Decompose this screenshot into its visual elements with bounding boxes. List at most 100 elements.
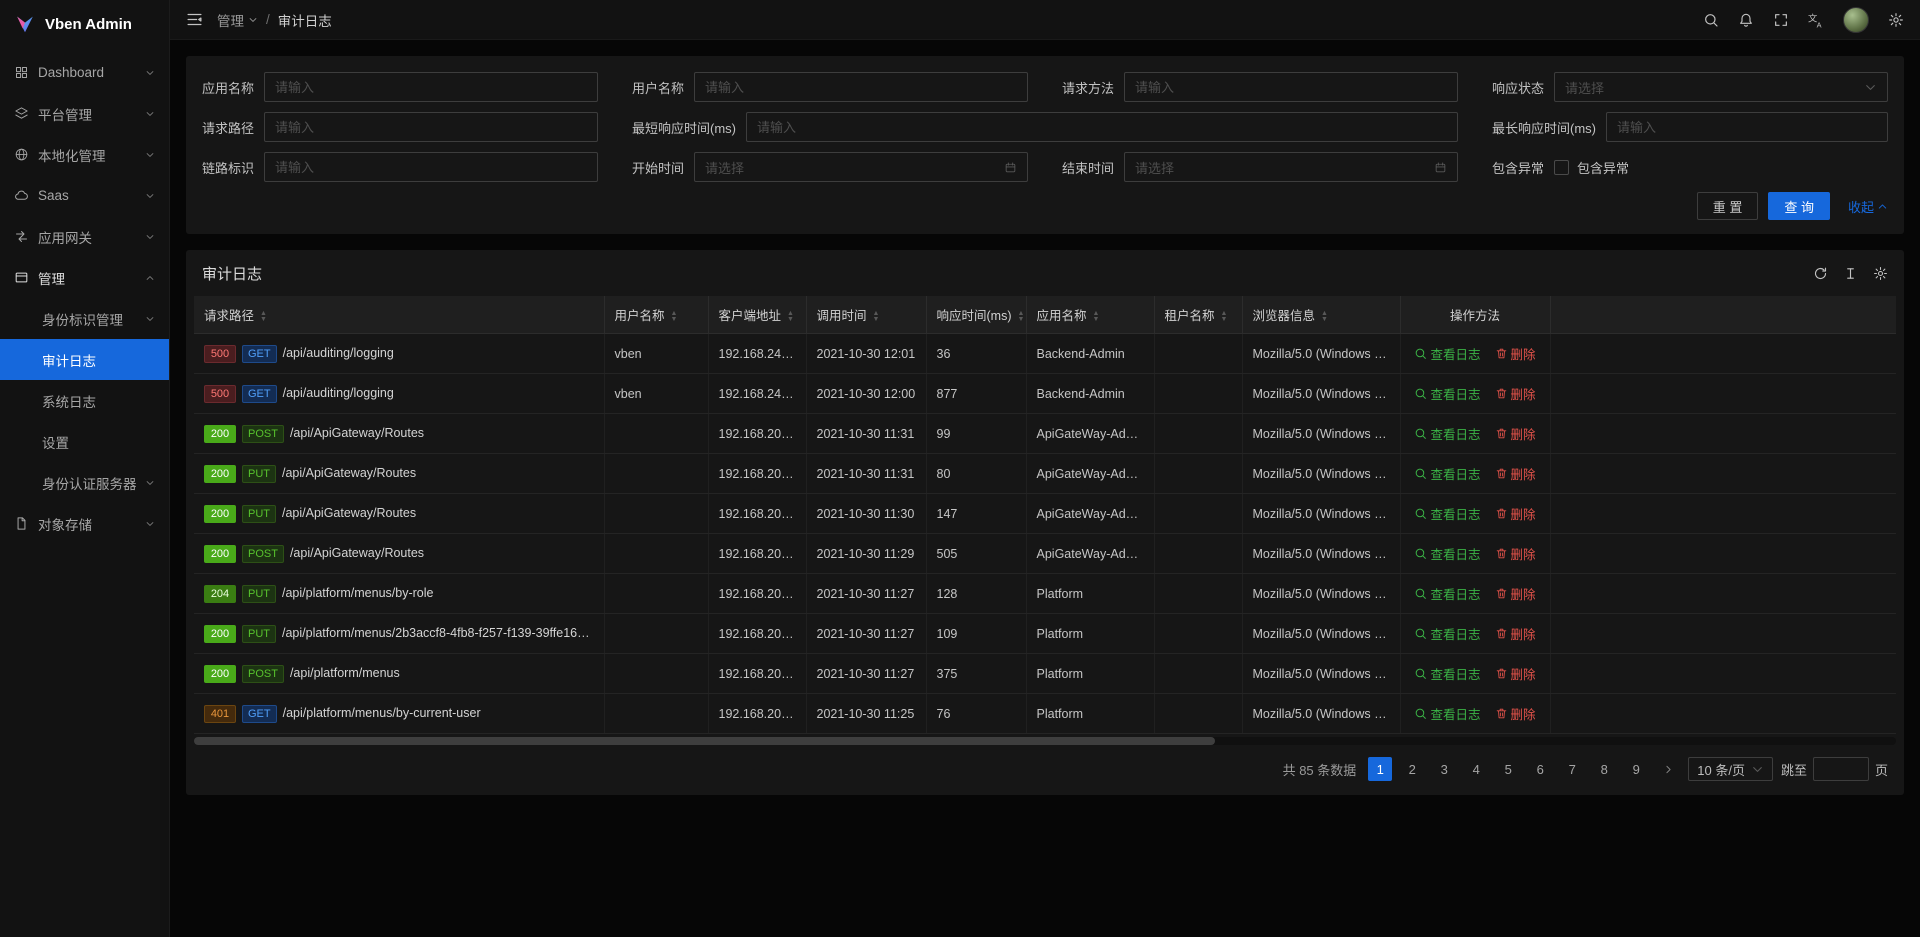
- page-size-select[interactable]: 10 条/页: [1688, 757, 1773, 781]
- column-header-duration[interactable]: 响应时间(ms)▲▼: [926, 296, 1026, 334]
- sidebar-item-management[interactable]: 管理: [0, 257, 169, 298]
- call-time-cell: 2021-10-30 11:29: [806, 534, 926, 574]
- delete-button[interactable]: 删除: [1495, 424, 1536, 443]
- app-name-input[interactable]: [264, 72, 598, 102]
- request-path: /api/auditing/logging: [283, 386, 394, 400]
- next-page-button[interactable]: [1656, 757, 1680, 781]
- sidebar-item-system-log[interactable]: 系统日志: [0, 380, 169, 421]
- page-button-3[interactable]: 3: [1432, 757, 1456, 781]
- sidebar-item-localization[interactable]: 本地化管理: [0, 134, 169, 175]
- delete-button[interactable]: 删除: [1495, 384, 1536, 403]
- breadcrumb-item-management[interactable]: 管理: [217, 10, 258, 30]
- pagination: 共 85 条数据 123456789 10 条/页 跳至 页: [186, 745, 1904, 795]
- view-log-button[interactable]: 查看日志: [1414, 704, 1480, 723]
- page-button-1[interactable]: 1: [1368, 757, 1392, 781]
- request-path-input[interactable]: [264, 112, 598, 142]
- column-header-user[interactable]: 用户名称▲▼: [604, 296, 708, 334]
- settings-icon[interactable]: [1888, 12, 1904, 28]
- user-name-input[interactable]: [694, 72, 1028, 102]
- column-height-icon[interactable]: [1843, 266, 1858, 281]
- end-time-date-picker[interactable]: 请选择: [1124, 152, 1458, 182]
- table-head-row: 请求路径▲▼用户名称▲▼客户端地址▲▼调用时间▲▼响应时间(ms)▲▼应用名称▲…: [194, 296, 1896, 334]
- request-method-input[interactable]: [1124, 72, 1458, 102]
- delete-button[interactable]: 删除: [1495, 624, 1536, 643]
- svg-text:A: A: [1817, 20, 1822, 28]
- sidebar-item-identity-auth-server[interactable]: 身份认证服务器: [0, 462, 169, 503]
- page-button-9[interactable]: 9: [1624, 757, 1648, 781]
- view-log-button[interactable]: 查看日志: [1414, 544, 1480, 563]
- sidebar-item-audit-log[interactable]: 审计日志: [0, 339, 169, 380]
- view-log-button[interactable]: 查看日志: [1414, 424, 1480, 443]
- sidebar-item-label: 系统日志: [42, 391, 96, 411]
- view-log-button[interactable]: 查看日志: [1414, 384, 1480, 403]
- max-response-time-input[interactable]: [1606, 112, 1888, 142]
- trace-id-input[interactable]: [264, 152, 598, 182]
- delete-button[interactable]: 删除: [1495, 344, 1536, 363]
- column-header-app[interactable]: 应用名称▲▼: [1026, 296, 1154, 334]
- column-header-time[interactable]: 调用时间▲▼: [806, 296, 926, 334]
- page-button-5[interactable]: 5: [1496, 757, 1520, 781]
- delete-button[interactable]: 删除: [1495, 584, 1536, 603]
- management-icon: [14, 270, 29, 285]
- status-badge: 200: [204, 545, 236, 563]
- sidebar-item-platform[interactable]: 平台管理: [0, 93, 169, 134]
- sidebar-item-label: 平台管理: [38, 104, 92, 124]
- sidebar-menu: Dashboard 平台管理本地化管理Saas应用网关管理身份标识管理审计日志系统…: [0, 48, 169, 937]
- min-response-time-input[interactable]: [746, 112, 1458, 142]
- page-button-4[interactable]: 4: [1464, 757, 1488, 781]
- view-log-button[interactable]: 查看日志: [1414, 464, 1480, 483]
- column-header-path[interactable]: 请求路径▲▼: [194, 296, 604, 334]
- page-button-7[interactable]: 7: [1560, 757, 1584, 781]
- page-button-2[interactable]: 2: [1400, 757, 1424, 781]
- column-label: 客户端地址: [719, 309, 782, 323]
- column-header-tenant[interactable]: 租户名称▲▼: [1154, 296, 1242, 334]
- search-button[interactable]: 查 询: [1768, 192, 1830, 220]
- sort-icon: ▲▼: [671, 311, 678, 323]
- scrollbar-thumb[interactable]: [194, 737, 1215, 745]
- delete-button[interactable]: 删除: [1495, 544, 1536, 563]
- view-log-button[interactable]: 查看日志: [1414, 624, 1480, 643]
- collapse-link[interactable]: 收起: [1848, 197, 1888, 216]
- jump-page-input[interactable]: [1813, 757, 1869, 781]
- sidebar-item-settings[interactable]: 设置: [0, 421, 169, 462]
- include-exception-checkbox[interactable]: [1554, 160, 1569, 175]
- view-log-button[interactable]: 查看日志: [1414, 344, 1480, 363]
- settings-icon[interactable]: [1873, 266, 1888, 281]
- sidebar-item-object-storage[interactable]: 对象存储: [0, 503, 169, 544]
- page-button-8[interactable]: 8: [1592, 757, 1616, 781]
- delete-button[interactable]: 删除: [1495, 504, 1536, 523]
- sidebar-item-identity-management[interactable]: 身份标识管理: [0, 298, 169, 339]
- response-status-select[interactable]: 请选择: [1554, 72, 1888, 102]
- refresh-icon[interactable]: [1813, 266, 1828, 281]
- sidebar-collapse-button[interactable]: [186, 11, 203, 28]
- view-log-button[interactable]: 查看日志: [1414, 664, 1480, 683]
- avatar[interactable]: [1843, 7, 1869, 33]
- delete-button[interactable]: 删除: [1495, 704, 1536, 723]
- horizontal-scrollbar[interactable]: [194, 737, 1896, 745]
- column-header-browser[interactable]: 浏览器信息▲▼: [1242, 296, 1400, 334]
- view-log-button[interactable]: 查看日志: [1414, 584, 1480, 603]
- view-log-icon: [1414, 387, 1427, 400]
- filter-field-include-exception: 包含异常包含异常: [1492, 152, 1888, 182]
- delete-icon: [1495, 547, 1508, 560]
- notification-icon[interactable]: [1738, 12, 1754, 28]
- pagination-total: 共 85 条数据: [1283, 760, 1357, 779]
- sidebar-item-dashboard[interactable]: Dashboard: [0, 52, 169, 93]
- sidebar-item-gateway[interactable]: 应用网关: [0, 216, 169, 257]
- logo[interactable]: Vben Admin: [0, 0, 169, 48]
- delete-button[interactable]: 删除: [1495, 464, 1536, 483]
- reset-button[interactable]: 重 置: [1697, 192, 1759, 220]
- sidebar-item-saas[interactable]: Saas: [0, 175, 169, 216]
- column-header-client[interactable]: 客户端地址▲▼: [708, 296, 806, 334]
- delete-icon: [1495, 387, 1508, 400]
- locale-icon[interactable]: 文A: [1808, 12, 1824, 28]
- client-address-cell: 192.168.208.1: [708, 454, 806, 494]
- fullscreen-icon[interactable]: [1773, 12, 1789, 28]
- filler-cell: [1550, 494, 1896, 534]
- page-button-6[interactable]: 6: [1528, 757, 1552, 781]
- start-time-date-picker[interactable]: 请选择: [694, 152, 1028, 182]
- search-icon[interactable]: [1703, 12, 1719, 28]
- view-log-button[interactable]: 查看日志: [1414, 504, 1480, 523]
- delete-button[interactable]: 删除: [1495, 664, 1536, 683]
- page-list: 123456789: [1368, 757, 1680, 781]
